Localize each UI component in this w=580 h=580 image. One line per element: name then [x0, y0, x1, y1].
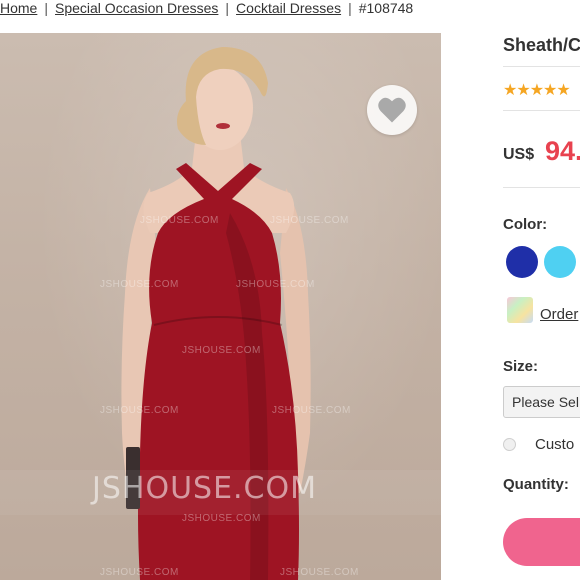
product-image[interactable]: JSHOUSE.COM JSHOUSE.COM JSHOUSE.COM JSHO…	[0, 33, 441, 580]
divider	[503, 66, 580, 67]
quantity-label: Quantity:	[503, 476, 569, 493]
watermark-small: JSHOUSE.COM	[182, 513, 261, 524]
breadcrumb-separator: |	[225, 0, 230, 16]
product-info-panel: Sheath/C ★★★★★ US$ 94. Color: Order Size…	[503, 0, 580, 580]
price-currency: US$	[503, 146, 535, 163]
color-swatch-royal-blue[interactable]	[506, 246, 538, 278]
watermark-small: JSHOUSE.COM	[280, 567, 359, 578]
wishlist-button[interactable]	[367, 85, 417, 135]
breadcrumb-separator: |	[348, 0, 352, 16]
watermark-small: JSHOUSE.COM	[272, 405, 351, 416]
rating-stars[interactable]: ★★★★★	[503, 80, 571, 100]
breadcrumb-special-occasion-link[interactable]: Special Occasion Dresses	[55, 0, 218, 16]
color-sample-icon	[507, 297, 533, 323]
custom-size-label: Custo	[535, 436, 575, 453]
watermark-small: JSHOUSE.COM	[182, 345, 261, 356]
watermark-small: JSHOUSE.COM	[236, 279, 315, 290]
heart-icon	[378, 97, 406, 123]
watermark-small: JSHOUSE.COM	[100, 567, 179, 578]
breadcrumb-item-id: #108748	[358, 0, 414, 16]
product-title: Sheath/C	[503, 35, 580, 55]
price-value: 94.	[545, 136, 580, 166]
add-to-bag-button[interactable]	[503, 518, 580, 566]
divider	[503, 187, 580, 188]
divider	[503, 110, 580, 111]
model-lips	[216, 123, 230, 129]
watermark-small: JSHOUSE.COM	[140, 215, 219, 226]
size-label: Size:	[503, 358, 539, 375]
color-swatch-sky-blue[interactable]	[544, 246, 576, 278]
watermark-small: JSHOUSE.COM	[100, 405, 179, 416]
breadcrumb: Home | Special Occasion Dresses | Cocktail D…	[0, 0, 580, 20]
color-label: Color:	[503, 216, 548, 233]
watermark-logo: JSHOUSE.COM	[92, 471, 317, 506]
breadcrumb-home-link[interactable]: Home	[0, 0, 37, 16]
watermark-small: JSHOUSE.COM	[100, 279, 179, 290]
breadcrumb-cocktail-link[interactable]: Cocktail Dresses	[236, 0, 341, 16]
custom-size-radio[interactable]	[503, 438, 516, 451]
order-swatch-link[interactable]: Order	[540, 306, 578, 323]
breadcrumb-separator: |	[44, 0, 48, 16]
watermark-small: JSHOUSE.COM	[270, 215, 349, 226]
size-select[interactable]: Please Sel	[503, 386, 580, 418]
